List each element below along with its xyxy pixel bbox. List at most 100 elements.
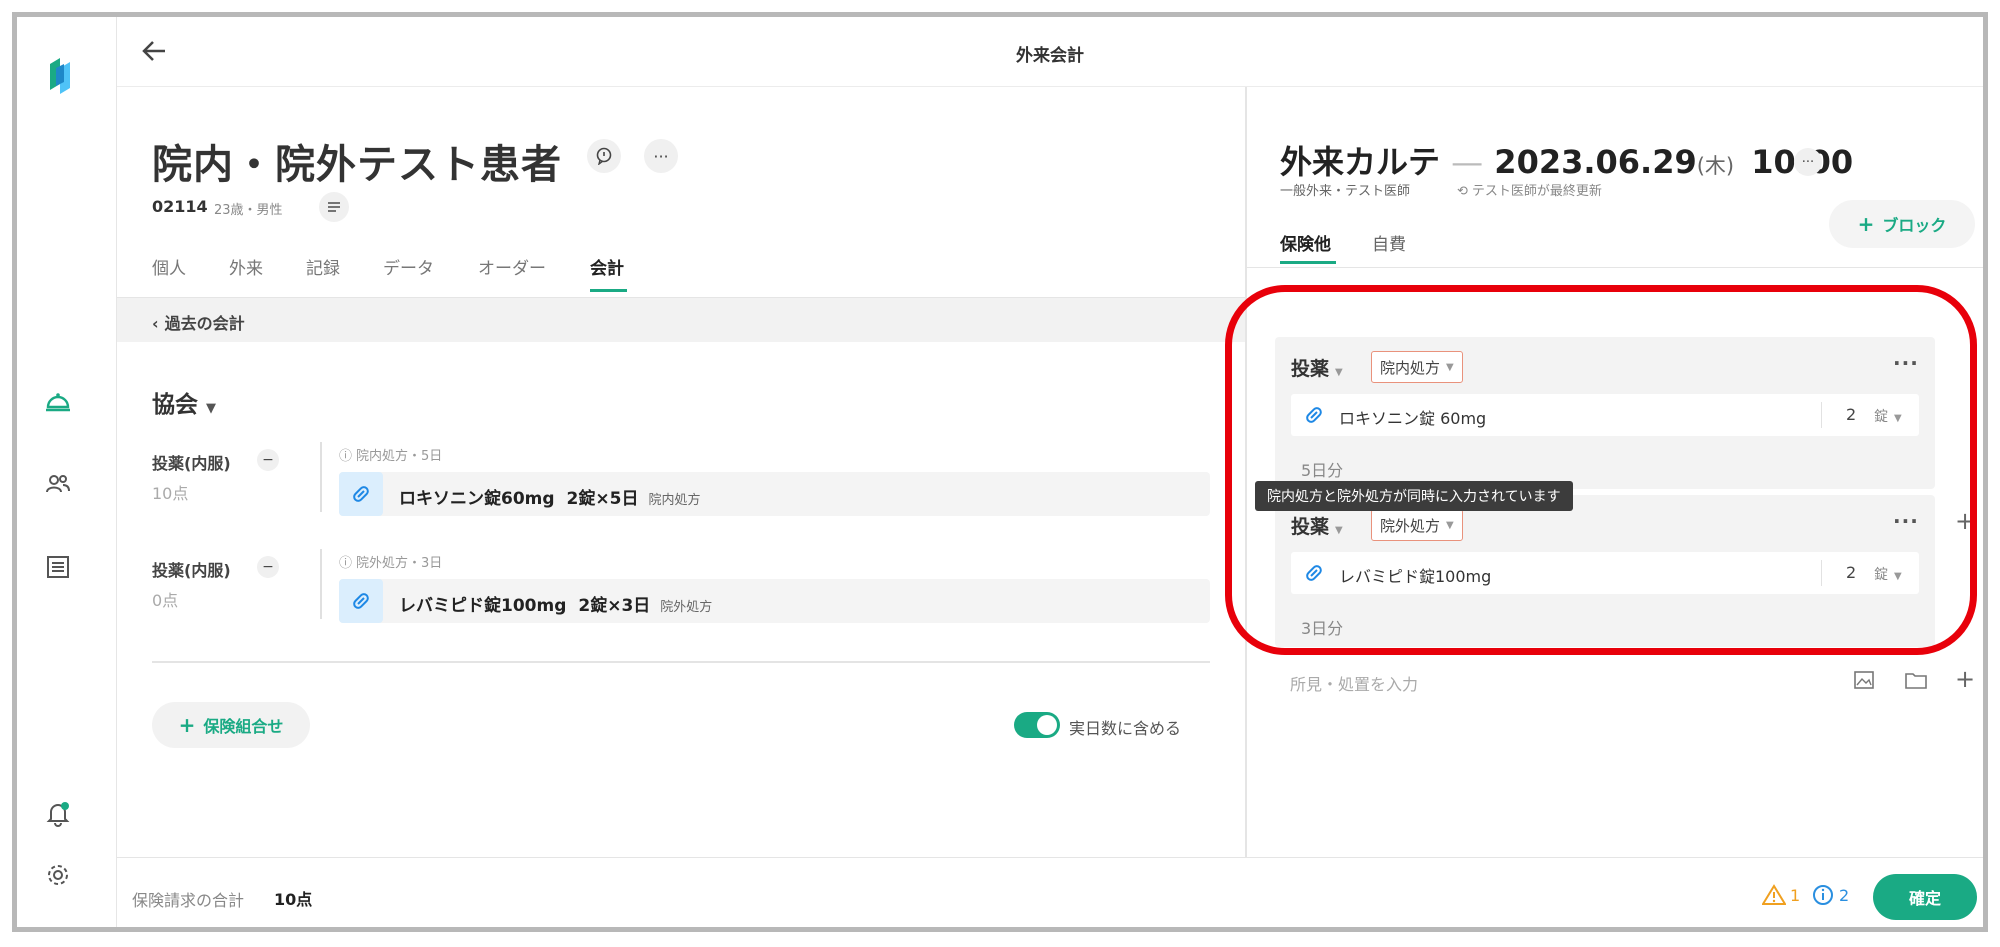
drug-name: ロキソニン錠 60mg [1339, 409, 1487, 428]
page-title: 外来会計 [1016, 46, 1084, 66]
past-accounts-link[interactable]: ‹ 過去の会計 [152, 310, 245, 334]
top-bar: 外来会計 [117, 17, 1983, 87]
entry-category: 投薬(内服) [152, 454, 231, 473]
drug-quantity[interactable]: 2 [1846, 563, 1856, 582]
tab-accounting[interactable]: 会計 [590, 254, 624, 279]
drug-dose: 2錠×5日 [566, 489, 639, 509]
patient-info: 23歳・男性 [214, 203, 283, 218]
caret-down-icon: ▼ [1335, 525, 1343, 536]
caret-down-icon: ▼ [1335, 367, 1343, 378]
pill-icon [1303, 562, 1325, 588]
notification-bell-icon[interactable] [43, 799, 73, 829]
divider [1821, 402, 1822, 428]
caret-down-icon: ▼ [1894, 413, 1902, 424]
pill-icon [339, 579, 383, 623]
entry-points: 10点 [152, 484, 189, 503]
block-type-dropdown[interactable]: 投薬 ▼ [1291, 512, 1343, 539]
message-button[interactable] [587, 139, 621, 173]
app-logo[interactable] [45, 58, 75, 94]
tab-data[interactable]: データ [383, 254, 434, 279]
active-tab-indicator [1280, 261, 1336, 264]
sidebar [17, 17, 117, 927]
medication-block[interactable]: 投薬 ▼ 院外処方 ▼ ··· レバミピド錠100mg 2 錠 ▼ 3日分 [1275, 495, 1935, 647]
prescription-type: 院内処方 [648, 493, 701, 508]
tab-orders[interactable]: オーダー [478, 254, 546, 279]
block-more-button[interactable]: ··· [1893, 509, 1919, 533]
add-plus-icon[interactable]: + [1955, 665, 1975, 693]
more-dots-icon: ··· [653, 146, 669, 166]
warning-tooltip: 院内処方と院外処方が同時に入力されています [1255, 481, 1573, 511]
entry-meta: ⓘ 院内処方・5日 [339, 449, 443, 464]
prescription-type-dropdown[interactable]: 院外処方 ▼ [1371, 509, 1463, 541]
add-plus-icon[interactable]: + [1955, 507, 1975, 535]
panel-divider [1245, 87, 1247, 857]
prescription-type-dropdown[interactable]: 院内処方 ▼ [1371, 351, 1463, 383]
reception-bell-icon[interactable] [43, 387, 73, 417]
patient-memo-button[interactable] [319, 192, 349, 222]
chevron-left-icon: ‹ [152, 314, 159, 333]
prescription-row[interactable]: ロキソニン錠60mg 2錠×5日 院内処方 [339, 472, 1210, 516]
block-type-dropdown[interactable]: 投薬 ▼ [1291, 354, 1343, 381]
image-icon[interactable] [1854, 671, 1874, 693]
prescription-type: 院外処方 [660, 600, 713, 615]
plus-icon: + [178, 713, 196, 737]
confirm-button[interactable]: 確定 [1873, 874, 1977, 920]
insurance-combo-button[interactable]: + 保険組合せ [152, 702, 310, 748]
section-divider [152, 661, 1210, 663]
divider [320, 549, 322, 619]
karte-more-button[interactable]: ··· [1794, 148, 1822, 176]
block-more-button[interactable]: ··· [1893, 351, 1919, 375]
pill-icon [339, 472, 383, 516]
minus-icon: − [262, 452, 274, 468]
tab-outpatient[interactable]: 外来 [229, 254, 263, 279]
footer-bar [117, 857, 1983, 927]
drug-row[interactable]: レバミピド錠100mg 2 錠 ▼ [1291, 552, 1919, 594]
karte-department: 一般外来・テスト医師 [1280, 184, 1411, 199]
caret-down-icon: ▼ [206, 401, 216, 416]
patients-icon[interactable] [43, 469, 73, 499]
plus-icon: + [1857, 212, 1875, 236]
patient-id: 02114 [152, 197, 208, 216]
collapse-button[interactable]: − [257, 449, 279, 471]
tab-insurance[interactable]: 保険他 [1280, 230, 1331, 255]
active-tab-indicator [590, 289, 627, 292]
more-dots-icon: ··· [1801, 154, 1815, 170]
folder-icon[interactable] [1905, 671, 1927, 693]
info-count: 2 [1839, 886, 1850, 905]
records-list-icon[interactable] [43, 552, 73, 582]
entry-category: 投薬(内服) [152, 561, 231, 580]
tab-records[interactable]: 記録 [306, 254, 340, 279]
patient-name: 院内・院外テスト患者 [152, 142, 562, 188]
include-actual-days-toggle[interactable] [1014, 712, 1060, 738]
entry-points: 0点 [152, 591, 179, 610]
unit-dropdown[interactable]: 錠 ▼ [1874, 406, 1902, 426]
entry-meta: ⓘ 院外処方・3日 [339, 556, 443, 571]
past-accounts-bar[interactable] [117, 297, 1245, 342]
insurer-dropdown[interactable]: 協会 ▼ [152, 385, 216, 419]
caret-down-icon: ▼ [1894, 571, 1902, 582]
drug-row[interactable]: ロキソニン錠 60mg 2 錠 ▼ [1291, 394, 1919, 436]
tab-personal[interactable]: 個人 [152, 254, 186, 279]
add-block-button[interactable]: + ブロック [1829, 200, 1975, 248]
prescription-row[interactable]: レバミピド錠100mg 2錠×3日 院外処方 [339, 579, 1210, 623]
days-supply[interactable]: 3日分 [1301, 615, 1343, 639]
patient-more-button[interactable]: ··· [644, 139, 678, 173]
warning-count: 1 [1790, 886, 1801, 905]
warning-icon[interactable] [1761, 884, 1787, 910]
collapse-button[interactable]: − [257, 556, 279, 578]
app-window: 外来会計 院内・院外テスト患者 ··· 02114 23歳・男性 個人 外来 記… [12, 12, 1988, 932]
finding-input[interactable]: 所見・処置を入力 [1290, 671, 1418, 695]
unit-dropdown[interactable]: 錠 ▼ [1874, 564, 1902, 584]
drug-name: レバミピド錠100mg [399, 596, 567, 616]
last-updated: ⟲ テスト医師が最終更新 [1457, 184, 1602, 199]
drug-quantity[interactable]: 2 [1846, 405, 1856, 424]
medication-block[interactable]: 投薬 ▼ 院内処方 ▼ ··· ロキソニン錠 60mg 2 錠 ▼ 5日分 [1275, 337, 1935, 489]
settings-gear-icon[interactable] [43, 860, 73, 890]
chat-icon [596, 147, 612, 165]
days-supply[interactable]: 5日分 [1301, 457, 1343, 481]
drug-dose: 2錠×3日 [578, 596, 651, 616]
minus-icon: − [262, 559, 274, 575]
karte-title: 外来カルテ — 2023.06.29(木) 10:00 [1280, 143, 1853, 181]
tab-self-pay[interactable]: 自費 [1372, 230, 1406, 255]
info-circle-icon[interactable] [1812, 884, 1834, 910]
